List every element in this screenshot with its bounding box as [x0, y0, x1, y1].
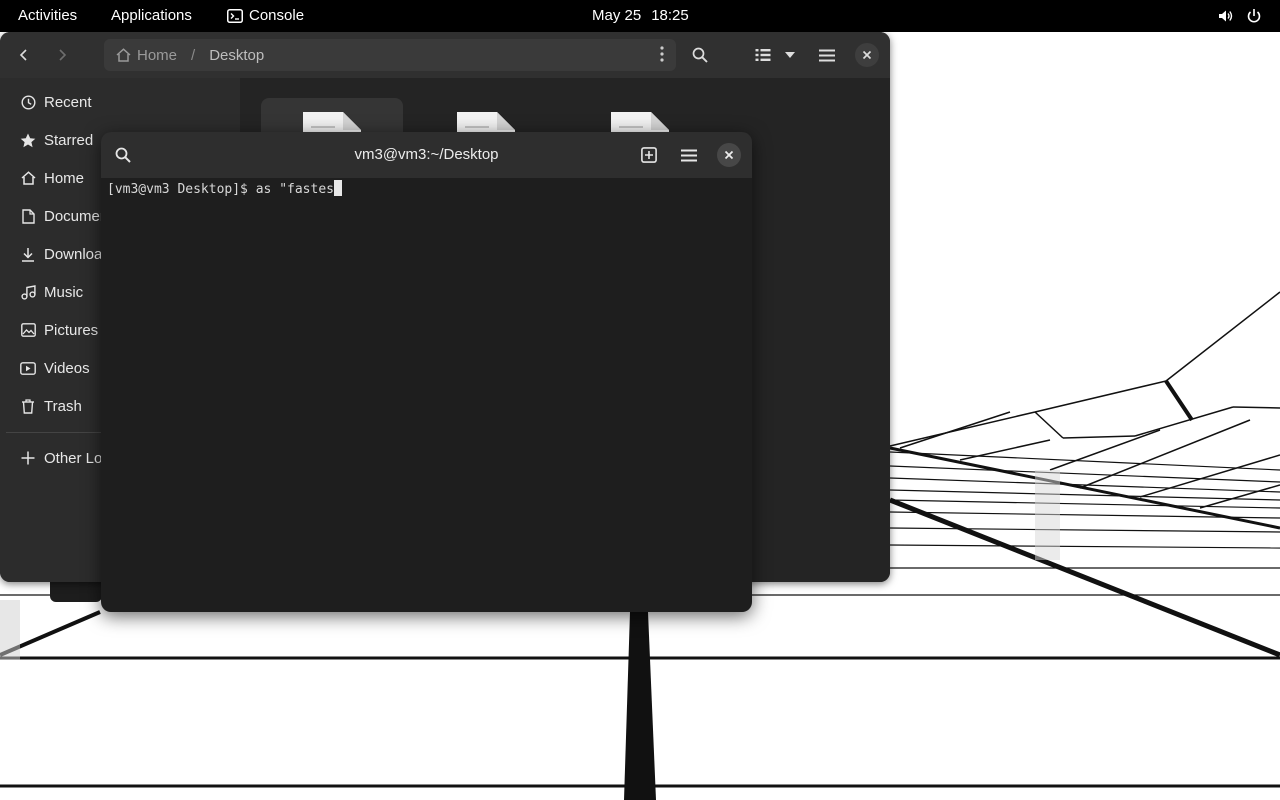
console-label: Console [249, 7, 305, 24]
close-button-circle [855, 43, 879, 67]
star-icon [20, 132, 36, 148]
clock-icon [20, 94, 36, 110]
applications-menu[interactable]: Applications [111, 0, 192, 32]
chevron-right-icon [59, 49, 67, 61]
sidebar-item-label: Home [44, 169, 85, 187]
shell-prompt: [vm3@vm3 Desktop]$ [107, 182, 256, 197]
terminal-line: [vm3@vm3 Desktop]$ as "fastes [107, 180, 747, 199]
terminal-icon [227, 9, 243, 23]
sidebar-item-label: Starred [44, 131, 94, 149]
search-button[interactable] [685, 40, 715, 70]
sidebar-item-label: Pictures [44, 321, 99, 339]
breadcrumb-home-label: Home [137, 46, 178, 64]
close-icon [862, 50, 872, 60]
plus-icon [20, 450, 36, 466]
vertical-dots-icon [660, 46, 664, 62]
view-mode-button[interactable] [748, 40, 778, 70]
volume-icon [1219, 10, 1233, 22]
sidebar-item-label: Recent [44, 93, 92, 111]
sidebar-item-label: Trash [44, 397, 82, 415]
path-bar[interactable]: Home / Desktop [104, 39, 676, 71]
window-shadow [50, 582, 102, 602]
breadcrumb-home[interactable]: Home [116, 47, 177, 64]
terminal-window: vm3@vm3:~/Desktop [vm3@vm3 Desktop]$ as … [101, 132, 752, 612]
search-icon [692, 47, 708, 63]
sidebar-item-label: Music [44, 283, 84, 301]
power-icon [1247, 9, 1261, 23]
search-icon [115, 147, 131, 163]
chevron-down-icon [785, 52, 795, 58]
video-icon [20, 360, 36, 376]
picture-icon [20, 322, 36, 338]
terminal-headerbar: vm3@vm3:~/Desktop [101, 132, 752, 178]
sidebar-item-label: Videos [44, 359, 90, 377]
path-menu-button[interactable] [660, 45, 664, 67]
console-app-menu[interactable]: Console [227, 0, 304, 32]
clock[interactable]: May 25 18:25 [592, 0, 689, 32]
terminal-output[interactable]: [vm3@vm3 Desktop]$ as "fastes [107, 180, 747, 600]
forward-button[interactable] [47, 40, 77, 70]
music-icon [20, 284, 36, 300]
new-tab-icon [641, 147, 657, 163]
hamburger-icon [819, 49, 835, 61]
clock-date: May 25 [592, 7, 642, 24]
activities-button[interactable]: Activities [18, 0, 77, 32]
home-icon [116, 48, 131, 62]
files-close-button[interactable] [852, 40, 882, 70]
command-input[interactable]: as "fastes [256, 182, 334, 197]
terminal-search-button[interactable] [108, 140, 138, 170]
chevron-left-icon [19, 49, 27, 61]
sidebar-item-recent[interactable]: Recent [0, 84, 240, 120]
new-tab-button[interactable] [634, 140, 664, 170]
terminal-close-button[interactable] [714, 140, 744, 170]
text-cursor [334, 180, 342, 196]
files-headerbar: Home / Desktop [0, 32, 890, 78]
top-bar: Activities Applications Console May 25 18… [0, 0, 1280, 32]
trash-icon [20, 398, 36, 414]
home-icon [20, 170, 36, 186]
terminal-menu-button[interactable] [674, 140, 704, 170]
close-button-circle [717, 143, 741, 167]
list-view-icon [755, 49, 771, 61]
system-menu[interactable] [1218, 0, 1262, 32]
close-icon [724, 150, 734, 160]
clock-time: 18:25 [651, 7, 689, 24]
download-icon [20, 246, 36, 262]
document-icon [20, 208, 36, 224]
breadcrumb-current[interactable]: Desktop [209, 47, 264, 64]
back-button[interactable] [9, 40, 39, 70]
main-menu-button[interactable] [812, 40, 842, 70]
breadcrumb-separator: / [191, 46, 196, 64]
view-options-dropdown[interactable] [778, 40, 802, 70]
hamburger-icon [681, 149, 697, 161]
